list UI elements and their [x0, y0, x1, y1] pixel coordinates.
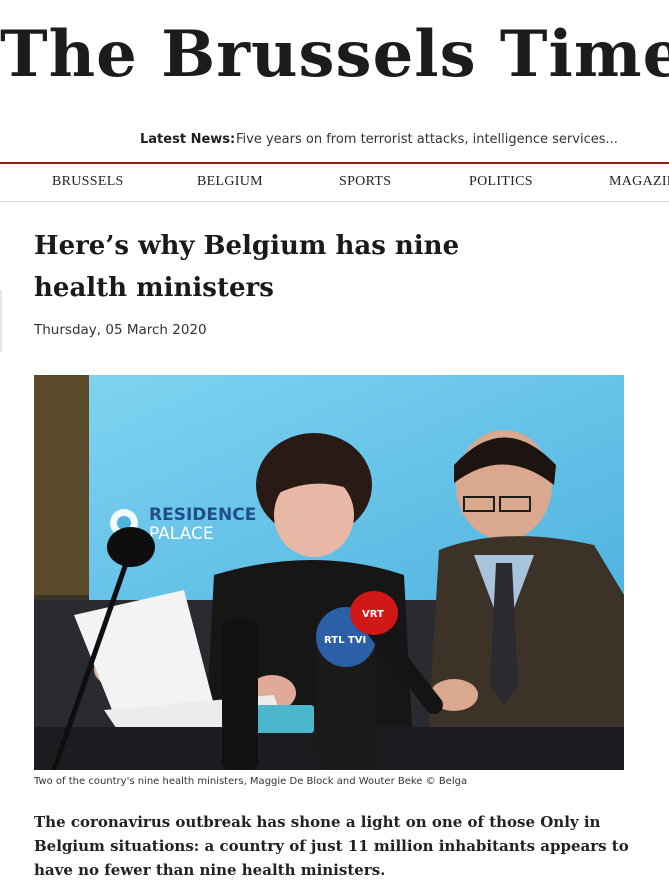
- article-lead: The coronavirus outbreak has shone a lig…: [34, 813, 629, 879]
- mic-label-2: VRT: [362, 609, 384, 620]
- nav-item-magazine[interactable]: MAGAZINE: [609, 174, 669, 190]
- site-logo[interactable]: The Brussels Times: [0, 10, 669, 100]
- latest-news-label: Latest News:: [140, 132, 236, 147]
- banner-text-1: RESIDENCE: [149, 505, 256, 525]
- photo-caption: Two of the country's nine health ministe…: [34, 776, 468, 787]
- latest-news-headline-link[interactable]: Five years on from terrorist attacks, in…: [236, 128, 618, 152]
- latest-news-ticker: Latest News: Five years on from terroris…: [0, 128, 669, 152]
- article-title: Here’s why Belgium has nine health minis…: [34, 231, 460, 303]
- banner-text-2: PALACE: [149, 524, 214, 544]
- mic-label-1: RTL TVI: [324, 635, 366, 646]
- page-edge-marker: [0, 290, 2, 352]
- nav-item-belgium[interactable]: BELGIUM: [197, 174, 263, 190]
- nav-item-brussels[interactable]: BRUSSELS: [52, 174, 124, 190]
- nav-item-sports[interactable]: SPORTS: [339, 174, 391, 190]
- main-nav: BRUSSELS BELGIUM SPORTS POLITICS MAGAZIN…: [0, 164, 669, 202]
- article-photo[interactable]: RESIDENCE PALACE RTL TVI VRT: [34, 375, 624, 770]
- article-date: Thursday, 05 March 2020: [34, 322, 207, 338]
- nav-item-politics[interactable]: POLITICS: [469, 174, 533, 190]
